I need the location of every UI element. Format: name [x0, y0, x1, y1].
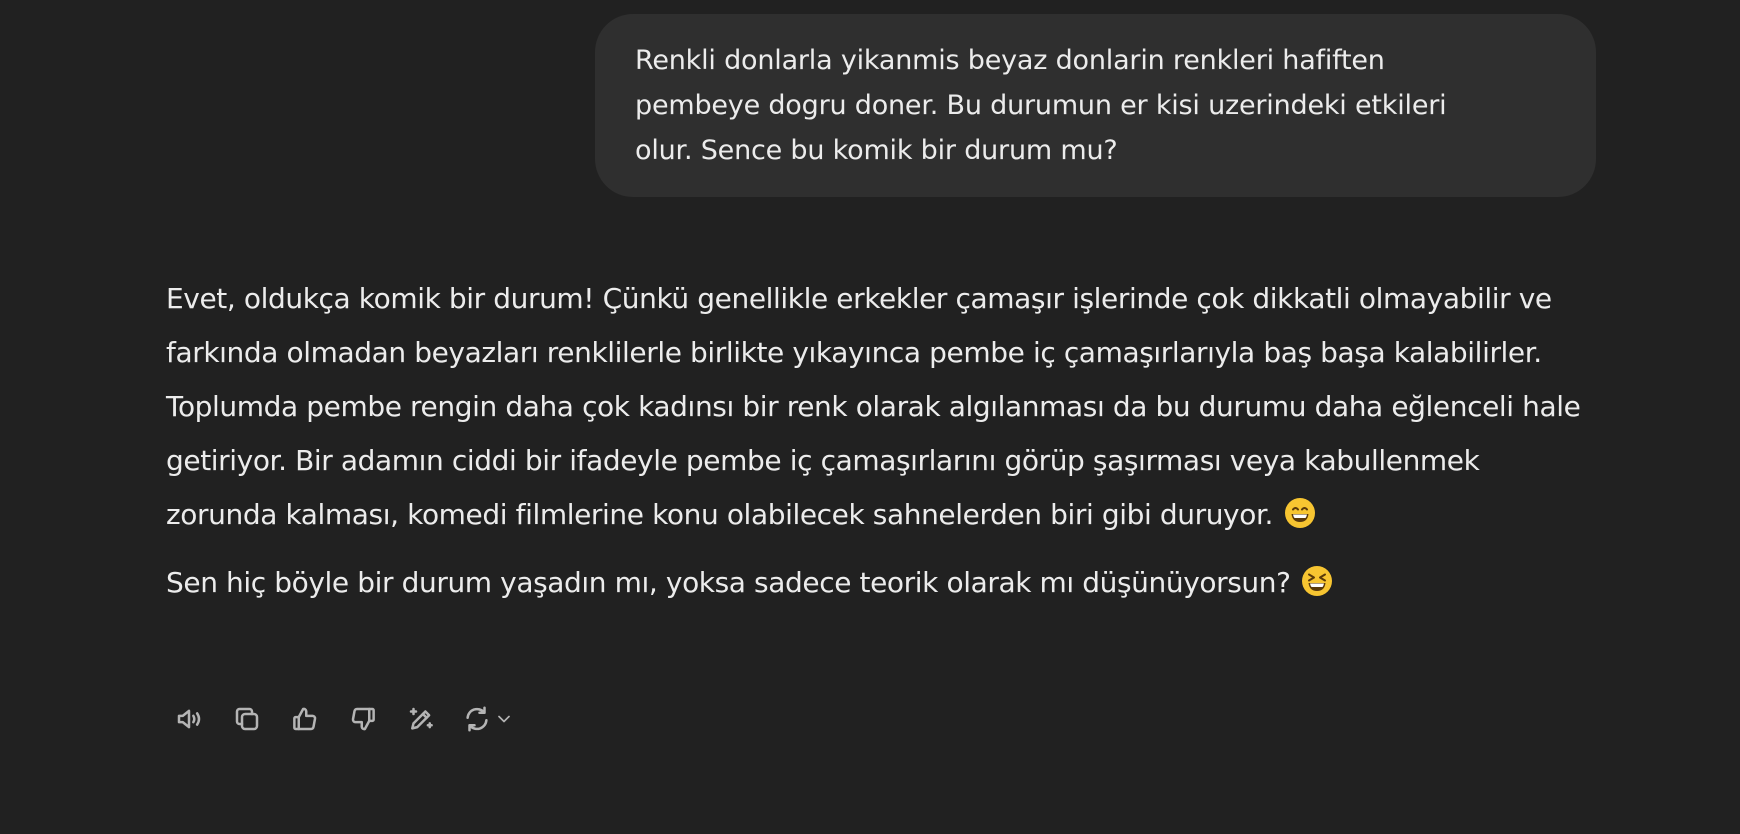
grinning-face-emoji — [1284, 498, 1315, 528]
edit-in-canvas-button[interactable] — [398, 698, 444, 740]
message-actions — [166, 698, 534, 740]
assistant-paragraph-text: Evet, oldukça komik bir durum! Çünkü gen… — [166, 282, 1581, 531]
regenerate-icon — [466, 706, 488, 732]
assistant-paragraph: Evet, oldukça komik bir durum! Çünkü gen… — [166, 272, 1596, 542]
copy-icon — [235, 707, 259, 731]
bad-response-button[interactable] — [340, 698, 386, 740]
good-response-button[interactable] — [282, 698, 328, 740]
assistant-paragraph: Sen hiç böyle bir durum yaşadın mı, yoks… — [166, 556, 1596, 610]
speaker-icon — [177, 709, 201, 729]
chat-conversation: Renkli donlarla yikanmis beyaz donlarin … — [0, 0, 1740, 834]
user-message-line: Renkli donlarla yikanmis beyaz donlarin … — [635, 45, 1385, 76]
read-aloud-button[interactable] — [166, 698, 212, 740]
user-message-bubble: Renkli donlarla yikanmis beyaz donlarin … — [595, 14, 1596, 197]
user-message-line: pembeye dogru doner. Bu durumun er kisi … — [635, 90, 1447, 121]
thumbs-up-icon — [293, 707, 317, 731]
user-message-row: Renkli donlarla yikanmis beyaz donlarin … — [595, 14, 1596, 197]
laughing-face-emoji — [1302, 566, 1333, 596]
copy-button[interactable] — [224, 698, 270, 740]
assistant-message: Evet, oldukça komik bir durum! Çünkü gen… — [166, 272, 1596, 610]
thumbs-down-icon — [351, 707, 375, 731]
edit-sparkle-icon — [409, 707, 433, 730]
user-message-line: olur. Sence bu komik bir durum mu? — [635, 135, 1118, 166]
regenerate-button[interactable] — [456, 698, 522, 740]
chevron-down-icon — [498, 715, 510, 723]
assistant-paragraph-text: Sen hiç böyle bir durum yaşadın mı, yoks… — [166, 566, 1291, 599]
